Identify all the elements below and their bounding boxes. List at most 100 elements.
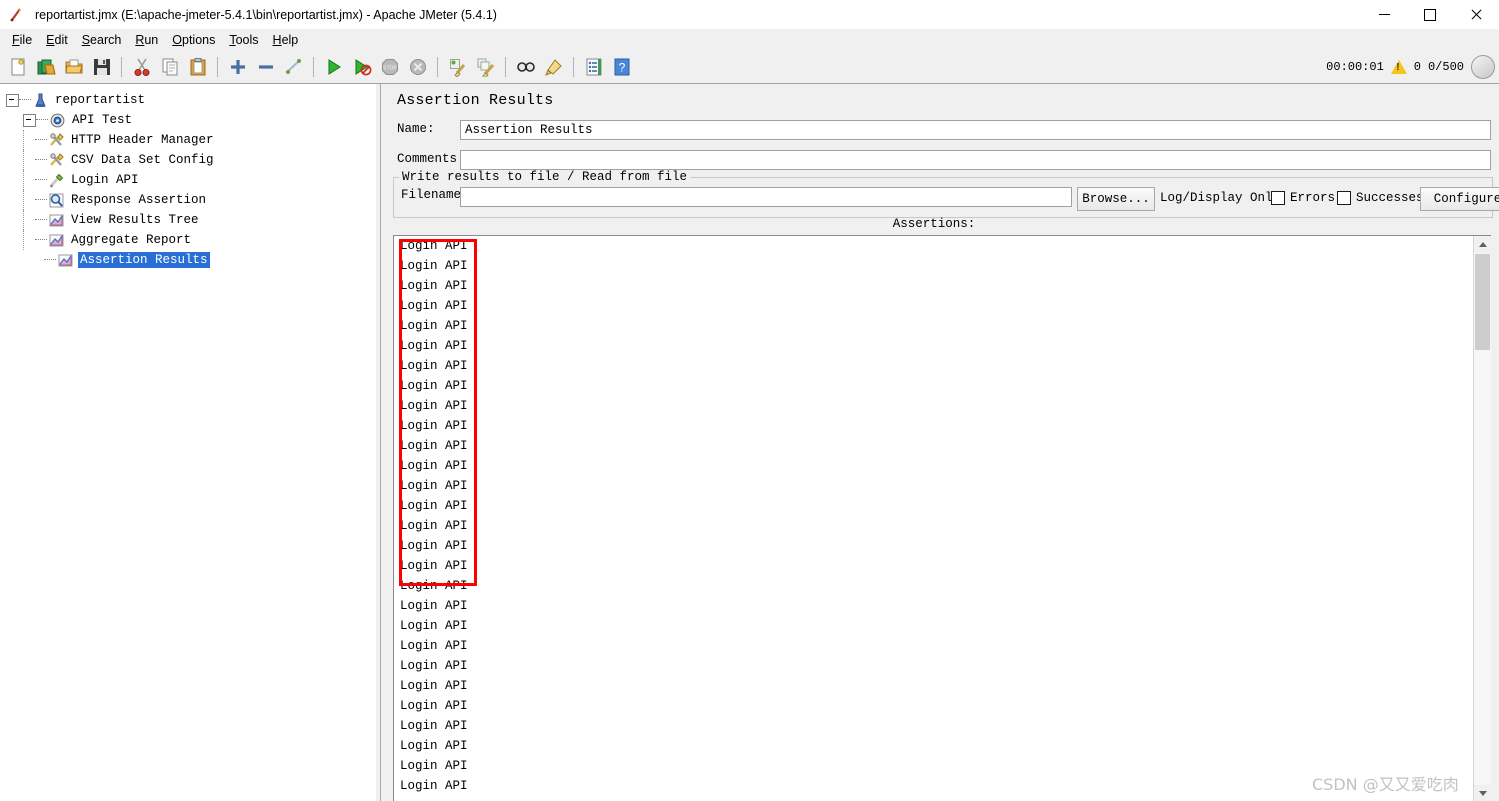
assertion-results-table[interactable]: Login API Login API Login API Login API Logi…: [393, 235, 1491, 801]
warning-triangle-icon[interactable]: [1390, 59, 1407, 74]
clear-button[interactable]: [444, 53, 471, 80]
function-helper-button[interactable]: [580, 53, 607, 80]
toggle-button[interactable]: [280, 53, 307, 80]
assertion-result-row[interactable]: Login API: [394, 416, 1474, 436]
help-icon: ?: [614, 58, 629, 75]
assertion-result-row[interactable]: Login API: [394, 296, 1474, 316]
name-input[interactable]: [460, 120, 1491, 140]
collapse-all-button[interactable]: [252, 53, 279, 80]
assertion-results-rows: Login API Login API Login API Login API Logi…: [394, 236, 1474, 796]
templates-icon: [37, 59, 56, 74]
scrollbar-thumb[interactable]: [1475, 254, 1490, 350]
tree-connector: [35, 139, 47, 141]
tree-node-csv-data-set-config[interactable]: CSV Data Set Config: [6, 150, 376, 170]
menu-options[interactable]: Options: [165, 31, 222, 49]
assertion-result-row[interactable]: Login API: [394, 696, 1474, 716]
open-button[interactable]: [60, 53, 87, 80]
start-no-timers-button[interactable]: [348, 53, 375, 80]
assertion-results-panel: Assertion Results Name: Comments: Write …: [385, 84, 1499, 801]
tree-node-http-header-manager[interactable]: HTTP Header Manager: [6, 130, 376, 150]
assertion-result-row[interactable]: Login API: [394, 516, 1474, 536]
successes-checkbox[interactable]: [1337, 191, 1351, 205]
pane-splitter[interactable]: [376, 84, 385, 801]
successes-checkbox-wrap[interactable]: Successes: [1337, 187, 1424, 209]
assertion-result-row[interactable]: Login API: [394, 676, 1474, 696]
maximize-button[interactable]: [1407, 0, 1453, 29]
templates-button[interactable]: [32, 53, 59, 80]
assertion-result-row[interactable]: Login API: [394, 636, 1474, 656]
assertion-result-row[interactable]: Login API: [394, 396, 1474, 416]
minimize-button[interactable]: [1361, 0, 1407, 29]
thread-group-icon: [49, 112, 66, 129]
expand-all-button[interactable]: [224, 53, 251, 80]
errors-checkbox-wrap[interactable]: Errors: [1271, 187, 1335, 209]
configure-button[interactable]: Configure: [1420, 187, 1499, 211]
scroll-down-button[interactable]: [1474, 785, 1491, 801]
tree-node-login-api[interactable]: Login API: [6, 170, 376, 190]
start-button[interactable]: [320, 53, 347, 80]
assertion-result-row[interactable]: Login API: [394, 476, 1474, 496]
tree-node-response-assertion[interactable]: Response Assertion: [6, 190, 376, 210]
menu-file[interactable]: File: [5, 31, 39, 49]
assertion-result-row[interactable]: Login API: [394, 336, 1474, 356]
assertion-result-row[interactable]: Login API: [394, 316, 1474, 336]
filename-input[interactable]: [460, 187, 1072, 207]
tree-node-view-results-tree[interactable]: View Results Tree: [6, 210, 376, 230]
assertion-result-row[interactable]: Login API: [394, 736, 1474, 756]
test-plan-tree-panel[interactable]: reportartist API Test HTTP Header Manage…: [0, 84, 377, 801]
jmeter-feather-icon: [8, 6, 25, 23]
listener-icon: [48, 232, 65, 249]
search-button[interactable]: [512, 53, 539, 80]
assertion-result-row[interactable]: Login API: [394, 276, 1474, 296]
comments-input[interactable]: [460, 150, 1491, 170]
browse-button[interactable]: Browse...: [1077, 187, 1155, 211]
assertion-result-row[interactable]: Login API: [394, 436, 1474, 456]
menu-help[interactable]: Help: [266, 31, 306, 49]
menu-run[interactable]: Run: [128, 31, 165, 49]
assertion-result-row[interactable]: Login API: [394, 376, 1474, 396]
menu-tools[interactable]: Tools: [222, 31, 265, 49]
assertion-result-row[interactable]: Login API: [394, 656, 1474, 676]
tree-node-api-test[interactable]: API Test: [6, 110, 376, 130]
tree-node-reportartist[interactable]: reportartist: [6, 90, 376, 110]
expand-all-icon: [230, 59, 245, 74]
function-helper-icon: [586, 58, 601, 75]
shutdown-button[interactable]: [404, 53, 431, 80]
collapse-toggle-icon[interactable]: [6, 93, 19, 107]
assertion-result-row[interactable]: Login API: [394, 356, 1474, 376]
search-reset-button[interactable]: [540, 53, 567, 80]
clear-all-button[interactable]: [472, 53, 499, 80]
new-button[interactable]: [4, 53, 31, 80]
menu-edit[interactable]: Edit: [39, 31, 75, 49]
assertion-result-row[interactable]: Login API: [394, 576, 1474, 596]
cut-button[interactable]: [128, 53, 155, 80]
errors-checkbox[interactable]: [1271, 191, 1285, 205]
assertion-result-row[interactable]: Login API: [394, 616, 1474, 636]
assertion-result-row[interactable]: Login API: [394, 536, 1474, 556]
tree-node-assertion-results[interactable]: Assertion Results: [6, 250, 376, 270]
name-label: Name:: [397, 122, 435, 136]
svg-text:?: ?: [618, 60, 625, 74]
comments-row: Comments:: [397, 152, 465, 166]
menu-search[interactable]: Search: [75, 31, 129, 49]
copy-button[interactable]: [156, 53, 183, 80]
collapse-toggle-icon[interactable]: [23, 113, 36, 127]
tree-node-aggregate-report[interactable]: Aggregate Report: [6, 230, 376, 250]
scroll-up-button[interactable]: [1474, 236, 1491, 253]
assertion-result-row[interactable]: Login API: [394, 256, 1474, 276]
assertion-result-row[interactable]: Login API: [394, 716, 1474, 736]
results-vertical-scrollbar[interactable]: [1473, 236, 1491, 801]
tree-node-label: reportartist: [55, 93, 146, 107]
stop-button[interactable]: STOP: [376, 53, 403, 80]
paste-button[interactable]: [184, 53, 211, 80]
assertion-result-row[interactable]: Login API: [394, 456, 1474, 476]
page-title: Assertion Results: [397, 92, 554, 109]
close-button[interactable]: [1453, 0, 1499, 29]
assertion-result-row[interactable]: Login API: [394, 236, 1474, 256]
assertion-result-row[interactable]: Login API: [394, 596, 1474, 616]
assertion-result-row[interactable]: Login API: [394, 496, 1474, 516]
name-row: Name:: [397, 122, 462, 136]
help-button[interactable]: ?: [608, 53, 635, 80]
assertion-result-row[interactable]: Login API: [394, 556, 1474, 576]
save-button[interactable]: [88, 53, 115, 80]
